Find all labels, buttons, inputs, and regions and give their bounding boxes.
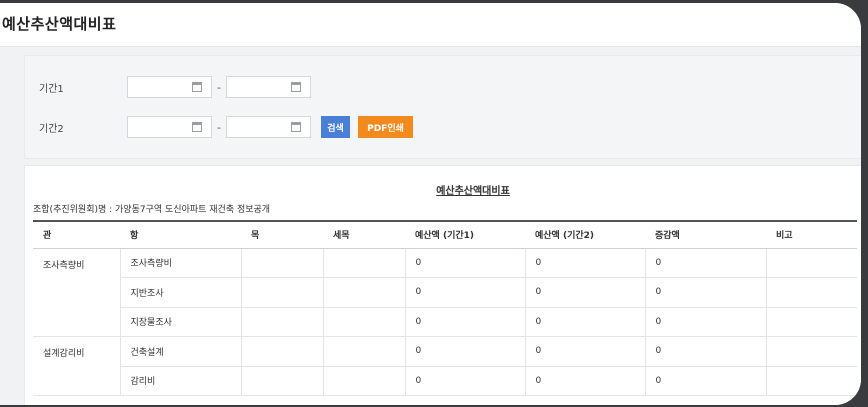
- value-cell: 0: [524, 248, 645, 278]
- period2-end-date-input[interactable]: [226, 116, 311, 138]
- item-cell: 조사측량비: [119, 248, 241, 278]
- calendar-icon[interactable]: [192, 82, 202, 92]
- value-cell: 0: [404, 366, 525, 396]
- calendar-icon[interactable]: [291, 122, 301, 132]
- column-header: 세목: [323, 220, 405, 249]
- empty-cell: [322, 277, 405, 308]
- table-row: 설계감리비 건축설계 0 0 0: [33, 336, 857, 396]
- column-header: 예산액 (기간1): [405, 220, 525, 249]
- calendar-icon[interactable]: [192, 122, 202, 132]
- column-header: 관: [33, 220, 120, 249]
- group-cell: 조사측량비: [33, 248, 120, 337]
- column-header: 증감액: [645, 220, 766, 249]
- page-body: 기간1 - 기간2 - 검색 PDF인쇄 예산추산액대비표 조합(추진위원회)명…: [0, 47, 861, 405]
- empty-cell: [240, 248, 323, 278]
- table-row: 지반조사 0 0 0: [33, 277, 857, 308]
- value-cell: 0: [644, 277, 766, 308]
- report-panel: 예산추산액대비표 조합(추진위원회)명 : 가양동7구역 도신아파트 재건축 정…: [24, 165, 861, 405]
- empty-cell: [240, 307, 323, 337]
- value-cell: 0: [404, 248, 525, 278]
- column-header: 항: [120, 220, 241, 249]
- search-button[interactable]: 검색: [321, 116, 350, 138]
- period2-label: 기간2: [39, 123, 64, 135]
- period1-start-date-input[interactable]: [127, 76, 212, 98]
- period1-label: 기간1: [39, 83, 64, 95]
- column-header: 비고: [766, 220, 857, 249]
- column-header: 목: [241, 220, 323, 249]
- value-cell: 0: [644, 248, 766, 278]
- period2-row: 기간2 - 검색 PDF인쇄: [39, 114, 861, 140]
- period1-end-date-input[interactable]: [226, 76, 311, 98]
- screen-frame: 예산추산액대비표 기간1 - 기간2 - 검색 PDF인쇄 예산추산액대비표 조…: [0, 0, 868, 407]
- value-cell: 0: [404, 307, 525, 337]
- empty-cell: [240, 366, 323, 396]
- note-cell: [765, 336, 857, 367]
- table-row: 조사측량비 조사측량비 0 0 0: [33, 248, 857, 337]
- page-title: 예산추산액대비표: [2, 15, 117, 33]
- note-cell: [765, 307, 857, 337]
- pdf-print-button[interactable]: PDF인쇄: [358, 116, 413, 138]
- group-cell: 설계감리비: [33, 336, 120, 396]
- empty-cell: [240, 336, 323, 367]
- date-separator: -: [217, 80, 221, 94]
- value-cell: 0: [644, 307, 766, 337]
- empty-cell: [322, 248, 405, 278]
- value-cell: 0: [524, 277, 645, 308]
- period2-start-date-input[interactable]: [127, 116, 212, 138]
- period1-row: 기간1 -: [39, 74, 861, 100]
- note-cell: [765, 277, 857, 308]
- report-subtitle: 조합(추진위원회)명 : 가양동7구역 도신아파트 재건축 정보공개: [33, 205, 271, 215]
- value-cell: 0: [644, 366, 766, 396]
- item-cell: 지장물조사: [119, 307, 241, 337]
- report-title: 예산추산액대비표: [436, 186, 510, 197]
- note-cell: [765, 366, 857, 396]
- value-cell: 0: [404, 277, 525, 308]
- note-cell: [765, 248, 857, 278]
- table-header-row: 관 항 목 세목 예산액 (기간1) 예산액 (기간2) 증감액 비고: [33, 220, 857, 249]
- item-cell: 감리비: [119, 366, 241, 396]
- value-cell: 0: [404, 336, 525, 367]
- item-cell: 건축설계: [119, 336, 241, 367]
- filter-panel: 기간1 - 기간2 - 검색 PDF인쇄: [24, 55, 861, 159]
- budget-table: 관 항 목 세목 예산액 (기간1) 예산액 (기간2) 증감액 비고 조사측량: [33, 220, 857, 396]
- table-row: 감리비 0 0 0: [33, 366, 857, 396]
- empty-cell: [322, 336, 405, 367]
- column-header: 예산액 (기간2): [525, 220, 645, 249]
- value-cell: 0: [524, 336, 645, 367]
- item-cell: 지반조사: [119, 277, 241, 308]
- table-row: 지장물조사 0 0 0: [33, 307, 857, 337]
- empty-cell: [240, 277, 323, 308]
- app-window: 예산추산액대비표 기간1 - 기간2 - 검색 PDF인쇄 예산추산액대비표 조…: [0, 3, 861, 405]
- date-separator: -: [217, 120, 221, 134]
- value-cell: 0: [644, 336, 766, 367]
- value-cell: 0: [524, 307, 645, 337]
- calendar-icon[interactable]: [291, 82, 301, 92]
- empty-cell: [322, 307, 405, 337]
- page-header: 예산추산액대비표: [0, 3, 861, 47]
- empty-cell: [322, 366, 405, 396]
- value-cell: 0: [524, 366, 645, 396]
